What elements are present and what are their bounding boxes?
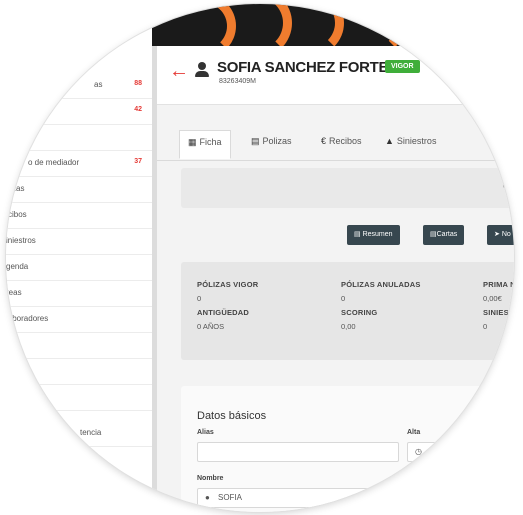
sidebar-item[interactable]: as 88 <box>6 72 152 99</box>
tab-polizas[interactable]: ▤ Polizas <box>251 136 292 147</box>
alias-input[interactable] <box>197 442 399 462</box>
back-arrow-icon[interactable]: ← <box>169 60 189 83</box>
polizas-anuladas-value: 0 <box>341 294 346 303</box>
status-badge: VIGOR <box>385 60 420 73</box>
main-panel: ← SOFIA SANCHEZ FORTE 83263409M VIGOR ▦ F… <box>157 46 514 512</box>
nota-button[interactable]: ➤ No <box>487 225 514 245</box>
cartas-label: Cartas <box>436 231 458 238</box>
user-icon: ● <box>205 493 210 502</box>
sidebar-item[interactable]: cibos <box>6 202 152 229</box>
antiguedad-value: 0 AÑOS <box>197 322 225 331</box>
folder-icon: ▬ <box>487 136 496 146</box>
send-icon: ➤ <box>494 231 502 238</box>
euro-icon: € <box>321 136 327 146</box>
polizas-vigor-label: PÓLIZAS VIGOR <box>197 280 259 289</box>
tab-more[interactable]: ▬ <box>487 136 499 146</box>
nota-label: No <box>501 231 511 238</box>
sidebar-item[interactable]: genda <box>6 254 152 281</box>
stats-panel: PÓLIZAS VIGOR 0 PÓLIZAS ANULADAS 0 PRIMA… <box>181 262 514 360</box>
alias-label: Alias <box>197 429 214 436</box>
alta-input[interactable]: ◷ Se <box>407 442 514 462</box>
cartas-button[interactable]: ▤Cartas <box>423 225 465 245</box>
resumen-label: Resumen <box>362 231 393 238</box>
sidebar-item-count: 88 <box>134 80 142 87</box>
decor-arc <box>392 4 456 46</box>
id-card-icon: ▦ <box>188 137 197 147</box>
section-title: Datos básicos <box>197 410 267 422</box>
sidebar-item-label: zas <box>12 184 25 193</box>
siniestros-label: SINIESTR <box>483 308 514 317</box>
sidebar-item-label: iniestros <box>6 236 36 245</box>
sidebar-item[interactable]: 42 <box>6 98 152 125</box>
app-viewport: as 88 42 o de mediador 37 zas cibos inie… <box>6 4 514 512</box>
sidebar-item[interactable]: eñas <box>6 358 152 385</box>
sidebar-item-label: reas <box>6 288 22 297</box>
sidebar-item[interactable]: laboradores <box>6 306 152 333</box>
scoring-value: 0,00 <box>341 322 356 331</box>
sidebar-item-label: as <box>94 80 103 89</box>
sidebar-item-label: cibos <box>8 210 27 219</box>
sidebar-item-count: 37 <box>134 158 142 165</box>
siniestros-value: 0 <box>483 322 488 331</box>
sidebar-item[interactable] <box>6 124 152 151</box>
warning-icon: ▲ <box>385 136 394 146</box>
nombre-value: SOFIA <box>218 493 243 502</box>
resumen-button[interactable]: ▤ Resumen <box>347 225 400 245</box>
header-banner <box>152 4 514 46</box>
client-id: 83263409M <box>219 78 256 85</box>
polizas-vigor-value: 0 <box>197 294 202 303</box>
sidebar-item[interactable]: iniestros <box>6 228 152 255</box>
nombre-label: Nombre <box>197 475 224 482</box>
prima-label: PRIMA NE <box>483 280 514 289</box>
sidebar-item-label: o de mediador <box>28 158 80 167</box>
search-bar[interactable]: ⚲ <box>181 168 514 208</box>
basic-data-section: Datos básicos Alias Alta ◷ Se Nombre ● S… <box>181 386 514 512</box>
nombre-input[interactable]: ● SOFIA <box>197 488 399 508</box>
sidebar-item-label: s <box>8 340 12 349</box>
sidebar-item-count: 42 <box>134 106 142 113</box>
client-header: ← SOFIA SANCHEZ FORTE 83263409M VIGOR <box>157 46 514 105</box>
sidebar-item[interactable]: tencia <box>6 420 152 447</box>
sidebar-item-label: genda <box>6 262 29 271</box>
tab-bar: ▦ Ficha ▤ Polizas € Recibos ▲ Siniestros ▬ <box>157 130 514 161</box>
sidebar-item[interactable]: o de mediador 37 <box>6 150 152 177</box>
sidebar-item-label: eñas <box>10 366 28 375</box>
sidebar-item[interactable]: zas <box>6 176 152 203</box>
polizas-anuladas-label: PÓLIZAS ANULADAS <box>341 280 421 289</box>
search-icon[interactable]: ⚲ <box>502 182 509 193</box>
tab-siniestros[interactable]: ▲ Siniestros <box>385 136 436 146</box>
tab-label: Siniestros <box>396 136 437 146</box>
tab-label: Polizas <box>262 136 292 146</box>
document-icon: ▤ <box>251 136 260 146</box>
tab-label: Recibos <box>329 136 362 146</box>
sidebar-item-label: tencia <box>80 428 102 437</box>
sidebar: as 88 42 o de mediador 37 zas cibos inie… <box>6 4 157 512</box>
antiguedad-label: ANTIGÜEDAD <box>197 308 249 317</box>
sidebar-item[interactable]: reas <box>6 280 152 307</box>
document-icon: ▤ <box>354 231 363 238</box>
prima-value: 0,00€ <box>483 294 502 303</box>
user-icon <box>195 62 209 78</box>
clock-icon: ◷ <box>415 447 422 456</box>
sidebar-item[interactable]: s <box>6 332 152 359</box>
scoring-label: SCORING <box>341 308 378 317</box>
sidebar-item-label: laboradores <box>6 314 49 323</box>
tab-ficha[interactable]: ▦ Ficha <box>179 130 231 159</box>
client-name: SOFIA SANCHEZ FORTE <box>217 59 389 76</box>
alta-value: Se <box>428 447 438 456</box>
sidebar-item[interactable] <box>6 384 152 411</box>
document-icon: ▤ <box>430 231 437 238</box>
tab-recibos[interactable]: € Recibos <box>321 136 362 146</box>
tab-label: Ficha <box>199 137 222 147</box>
alta-label: Alta <box>407 429 421 436</box>
